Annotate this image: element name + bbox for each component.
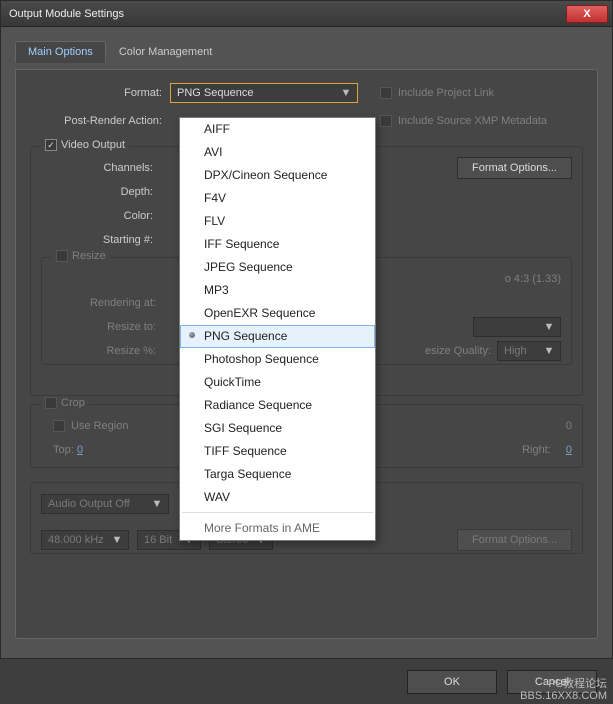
ok-button[interactable]: OK bbox=[407, 670, 497, 694]
include-xmp-label: Include Source XMP Metadata bbox=[398, 115, 547, 127]
format-option[interactable]: QuickTime bbox=[180, 371, 375, 394]
format-option[interactable]: SGI Sequence bbox=[180, 417, 375, 440]
format-option[interactable]: Radiance Sequence bbox=[180, 394, 375, 417]
resize-checkbox[interactable] bbox=[56, 250, 68, 262]
include-xmp-checkbox bbox=[380, 115, 392, 127]
format-option[interactable]: AIFF bbox=[180, 118, 375, 141]
window-title: Output Module Settings bbox=[9, 8, 566, 20]
chevron-down-icon: ▼ bbox=[542, 321, 556, 333]
audio-rate-combo: 48.000 kHz ▼ bbox=[41, 530, 129, 550]
crop-checkbox[interactable] bbox=[45, 397, 57, 409]
close-icon: X bbox=[583, 8, 590, 20]
format-options-button[interactable]: Format Options... bbox=[457, 157, 572, 179]
crop-right-label: Right: bbox=[522, 444, 551, 456]
format-dropdown[interactable]: AIFFAVIDPX/Cineon SequenceF4VFLVIFF Sequ… bbox=[179, 117, 376, 541]
chevron-down-icon: ▼ bbox=[339, 87, 353, 99]
channels-label: Channels: bbox=[41, 162, 161, 174]
resize-to-label: Resize to: bbox=[52, 321, 164, 333]
audio-depth-value: 16 Bit bbox=[144, 534, 172, 546]
resize-to-preset-combo: ▼ bbox=[473, 317, 561, 337]
format-option[interactable]: MP3 bbox=[180, 279, 375, 302]
use-region-checkbox bbox=[53, 420, 65, 432]
format-option[interactable]: F4V bbox=[180, 187, 375, 210]
resize-label: Resize bbox=[72, 250, 106, 262]
format-option[interactable]: Targa Sequence bbox=[180, 463, 375, 486]
chevron-down-icon: ▼ bbox=[150, 498, 164, 510]
crop-label: Crop bbox=[61, 397, 85, 409]
video-output-label: Video Output bbox=[61, 139, 125, 151]
format-option[interactable]: DPX/Cineon Sequence bbox=[180, 164, 375, 187]
use-region-label: Use Region bbox=[71, 420, 128, 432]
audio-rate-value: 48.000 kHz bbox=[48, 534, 104, 546]
format-combo[interactable]: PNG Sequence ▼ bbox=[170, 83, 358, 103]
format-option[interactable]: TIFF Sequence bbox=[180, 440, 375, 463]
tab-main-options[interactable]: Main Options bbox=[15, 41, 106, 63]
format-option[interactable]: PNG Sequence bbox=[180, 325, 375, 348]
watermark: PS教程论坛 BBS.16XX8.COM bbox=[520, 678, 607, 702]
rendering-at-label: Rendering at: bbox=[52, 297, 164, 309]
resize-quality-value: High bbox=[504, 345, 527, 357]
lock-aspect-text: o 4:3 (1.33) bbox=[505, 273, 561, 285]
starting-label: Starting #: bbox=[41, 234, 161, 246]
format-label: Format: bbox=[30, 87, 170, 99]
color-label: Color: bbox=[41, 210, 161, 222]
format-option[interactable]: IFF Sequence bbox=[180, 233, 375, 256]
tab-color-management[interactable]: Color Management bbox=[106, 41, 226, 63]
window-close-button[interactable]: X bbox=[566, 5, 608, 23]
audio-format-options-button: Format Options... bbox=[457, 529, 572, 551]
audio-output-value: Audio Output Off bbox=[48, 498, 130, 510]
crop-top-value[interactable]: 0 bbox=[77, 444, 83, 456]
watermark-line2: BBS.16XX8.COM bbox=[520, 690, 607, 702]
crop-right-value[interactable]: 0 bbox=[566, 444, 572, 456]
final-size-text: 0 bbox=[566, 420, 572, 432]
format-option[interactable]: WAV bbox=[180, 486, 375, 509]
post-render-label: Post-Render Action: bbox=[30, 115, 170, 127]
tabs: Main Options Color Management bbox=[15, 41, 598, 63]
crop-top-label: Top: bbox=[53, 444, 74, 456]
format-option[interactable]: FLV bbox=[180, 210, 375, 233]
titlebar: Output Module Settings X bbox=[1, 1, 612, 27]
resize-pct-label: Resize %: bbox=[52, 345, 164, 357]
video-output-checkbox[interactable] bbox=[45, 139, 57, 151]
separator bbox=[182, 512, 373, 513]
format-option[interactable]: AVI bbox=[180, 141, 375, 164]
audio-output-combo[interactable]: Audio Output Off ▼ bbox=[41, 494, 169, 514]
depth-label: Depth: bbox=[41, 186, 161, 198]
chevron-down-icon: ▼ bbox=[542, 345, 556, 357]
format-option[interactable]: OpenEXR Sequence bbox=[180, 302, 375, 325]
include-project-link-label: Include Project Link bbox=[398, 87, 494, 99]
resize-quality-label: esize Quality: bbox=[425, 345, 491, 357]
video-output-title: Video Output bbox=[41, 139, 129, 151]
format-option[interactable]: JPEG Sequence bbox=[180, 256, 375, 279]
chevron-down-icon: ▼ bbox=[110, 534, 124, 546]
format-more-ame[interactable]: More Formats in AME bbox=[180, 516, 375, 540]
resize-quality-combo: High ▼ bbox=[497, 341, 561, 361]
format-value: PNG Sequence bbox=[177, 87, 253, 99]
format-option[interactable]: Photoshop Sequence bbox=[180, 348, 375, 371]
watermark-line1: PS教程论坛 bbox=[520, 678, 607, 690]
include-project-link-checkbox bbox=[380, 87, 392, 99]
